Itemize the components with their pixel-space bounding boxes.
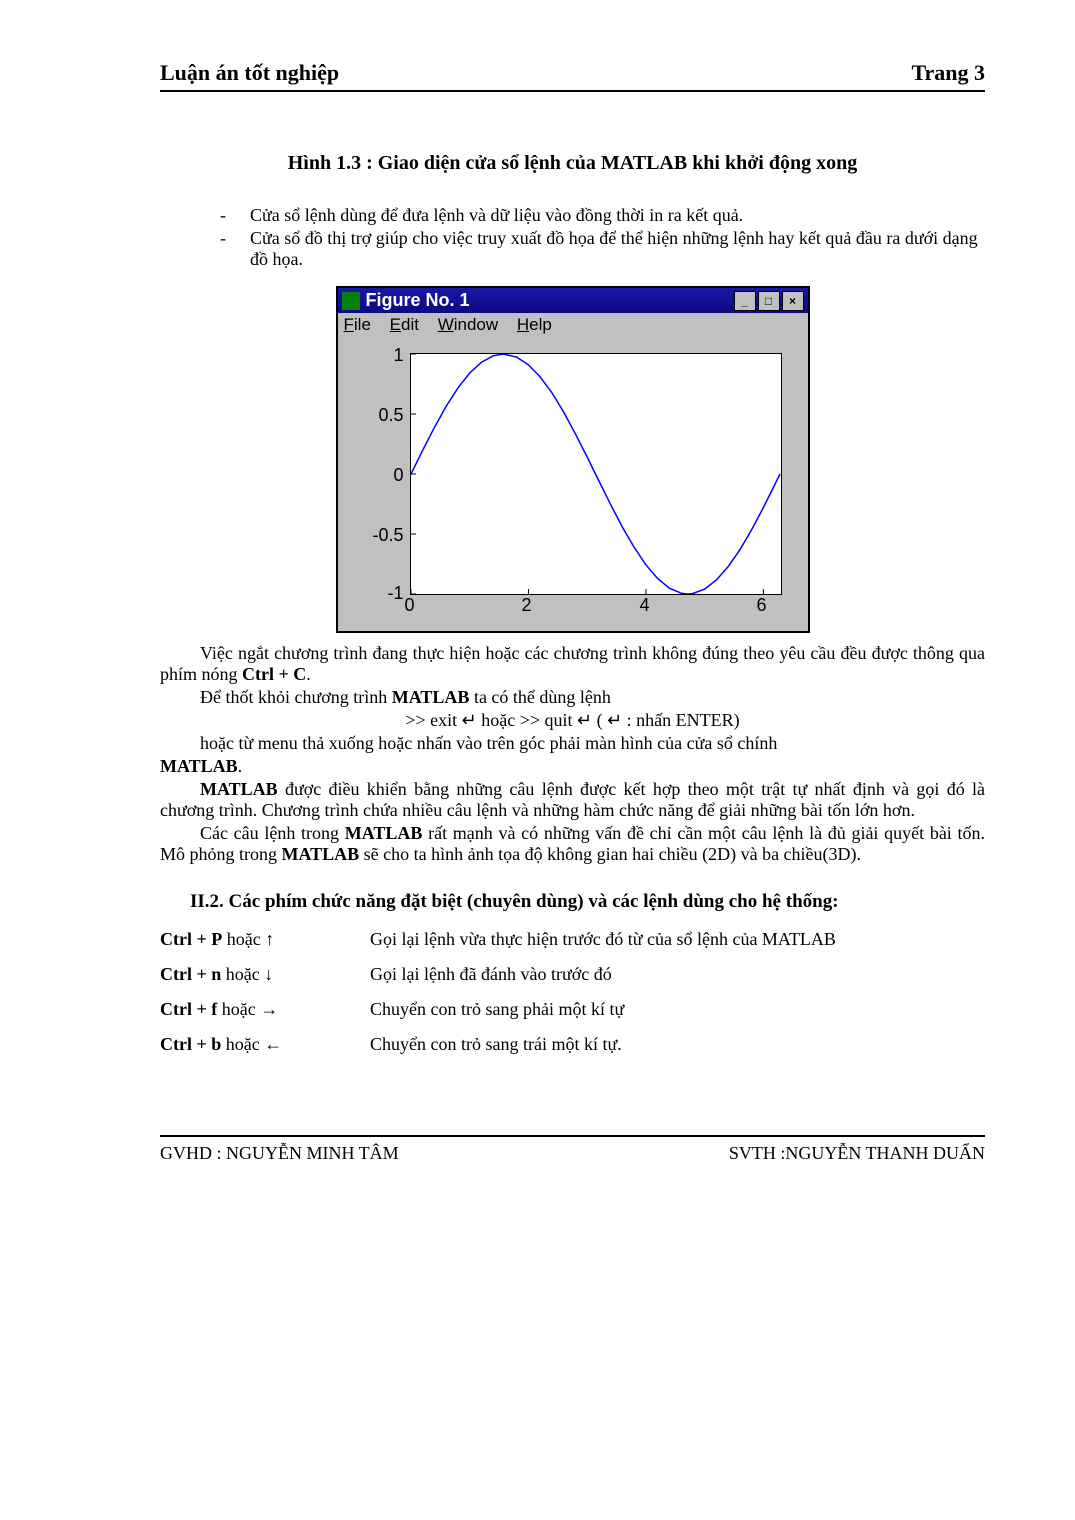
xtick-label: 0 bbox=[404, 595, 414, 616]
xtick-label: 2 bbox=[521, 595, 531, 616]
footer-right: SVTH :NGUYỄN THANH DUẨN bbox=[729, 1143, 985, 1164]
body-paragraph: hoặc từ menu thả xuống hoặc nhấn vào trê… bbox=[160, 733, 985, 754]
shortcut-row: Ctrl + f hoặc →Chuyển con trỏ sang phải … bbox=[160, 999, 985, 1020]
ytick-label: 0.5 bbox=[350, 405, 404, 426]
section-heading: II.2. Các phím chức năng đặt biệt (chuyê… bbox=[190, 891, 985, 913]
body-paragraph: Các câu lệnh trong MATLAB rất mạnh và có… bbox=[160, 823, 985, 865]
shortcut-row: Ctrl + n hoặc ↓Gọi lại lệnh đã đánh vào … bbox=[160, 964, 985, 985]
menu-window[interactable]: Window bbox=[438, 315, 498, 334]
xtick-label: 6 bbox=[756, 595, 766, 616]
bullet-dash-icon: - bbox=[220, 228, 250, 270]
close-button[interactable]: × bbox=[782, 291, 804, 311]
plot-canvas: 1 0.5 0 -0.5 -1 0 2 4 6 bbox=[338, 337, 808, 631]
menu-edit[interactable]: Edit bbox=[390, 315, 419, 334]
shortcut-row: Ctrl + b hoặc ←Chuyển con trỏ sang trái … bbox=[160, 1034, 985, 1055]
maximize-button[interactable]: □ bbox=[758, 291, 780, 311]
body-paragraph: Để thốt khỏi chương trình MATLAB ta có t… bbox=[160, 687, 985, 708]
figure-caption: Hình 1.3 : Giao diện cửa sổ lệnh của MAT… bbox=[160, 152, 985, 175]
shortcut-description: Chuyển con trỏ sang trái một kí tự. bbox=[370, 1034, 985, 1055]
ytick-label: -1 bbox=[350, 583, 404, 604]
bullet-text: Cửa sổ đồ thị trợ giúp cho việc truy xuấ… bbox=[250, 228, 985, 270]
page-footer: GVHD : NGUYỄN MINH TÂM SVTH :NGUYỄN THAN… bbox=[160, 1135, 985, 1164]
list-item: - Cửa sổ lệnh dùng để đưa lệnh và dữ liệ… bbox=[220, 205, 985, 226]
menu-help[interactable]: Help bbox=[517, 315, 552, 334]
axes-box bbox=[410, 353, 782, 595]
list-item: - Cửa sổ đồ thị trợ giúp cho việc truy x… bbox=[220, 228, 985, 270]
app-logo-icon bbox=[342, 292, 360, 310]
footer-left: GVHD : NGUYỄN MINH TÂM bbox=[160, 1143, 399, 1164]
figure-window: Figure No. 1 _ □ × File Edit Window Help… bbox=[336, 286, 810, 633]
minimize-button[interactable]: _ bbox=[734, 291, 756, 311]
body-paragraph: MATLAB được điều khiển bằng những câu lệ… bbox=[160, 779, 985, 821]
command-line-text: >> exit ↵ hoặc >> quit ↵ ( ↵ : nhấn ENTE… bbox=[160, 710, 985, 731]
menu-bar: File Edit Window Help bbox=[338, 313, 808, 337]
bullet-dash-icon: - bbox=[220, 205, 250, 226]
header-right: Trang 3 bbox=[911, 60, 985, 86]
shortcut-description: Gọi lại lệnh vừa thực hiện trước đó từ c… bbox=[370, 929, 985, 950]
window-title: Figure No. 1 bbox=[366, 290, 470, 311]
shortcut-description: Chuyển con trỏ sang phải một kí tự bbox=[370, 999, 985, 1020]
shortcut-row: Ctrl + P hoặc ↑Gọi lại lệnh vừa thực hiệ… bbox=[160, 929, 985, 950]
body-paragraph: MATLAB. bbox=[160, 756, 985, 777]
header-left: Luận án tốt nghiệp bbox=[160, 60, 339, 86]
window-titlebar: Figure No. 1 _ □ × bbox=[338, 288, 808, 313]
menu-file[interactable]: File bbox=[344, 315, 371, 334]
shortcut-key: Ctrl + f hoặc → bbox=[160, 999, 370, 1020]
shortcut-key: Ctrl + n hoặc ↓ bbox=[160, 964, 370, 985]
sine-curve bbox=[411, 354, 781, 594]
ytick-label: -0.5 bbox=[350, 525, 404, 546]
ytick-label: 0 bbox=[350, 465, 404, 486]
page-header: Luận án tốt nghiệp Trang 3 bbox=[160, 60, 985, 92]
ytick-label: 1 bbox=[350, 345, 404, 366]
bullet-text: Cửa sổ lệnh dùng để đưa lệnh và dữ liệu … bbox=[250, 205, 985, 226]
shortcut-description: Gọi lại lệnh đã đánh vào trước đó bbox=[370, 964, 985, 985]
xtick-label: 4 bbox=[639, 595, 649, 616]
shortcut-key: Ctrl + b hoặc ← bbox=[160, 1034, 370, 1055]
shortcut-key: Ctrl + P hoặc ↑ bbox=[160, 929, 370, 950]
body-paragraph: Việc ngắt chương trình đang thực hiện ho… bbox=[160, 643, 985, 685]
